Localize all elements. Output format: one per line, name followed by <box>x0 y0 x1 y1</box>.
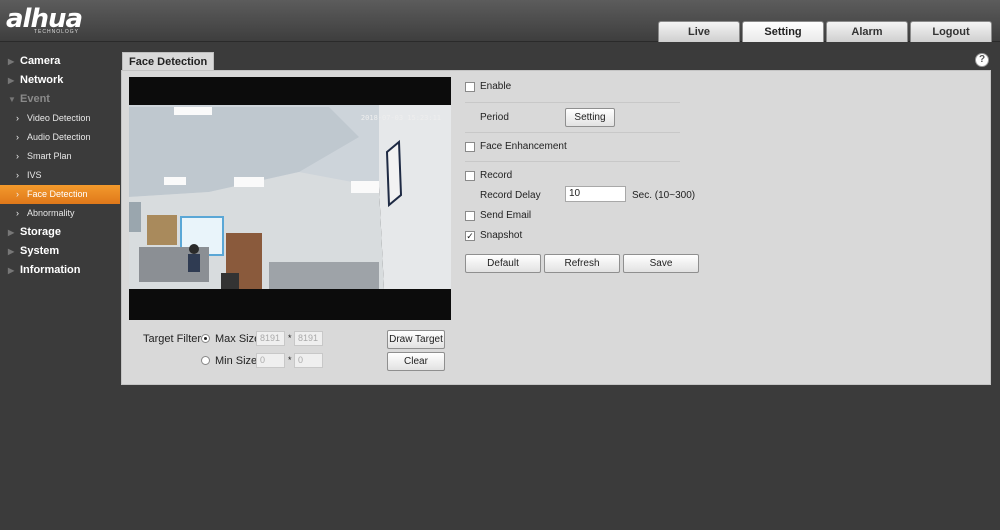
record-delay-unit: Sec. (10~300) <box>632 190 696 201</box>
face-detection-panel: 2018-07-03 15:23:11 Target Filter Max Si… <box>121 70 991 385</box>
target-filter-label: Target Filter <box>143 333 202 345</box>
default-button[interactable]: Default <box>465 254 541 273</box>
sidebar-item-information[interactable]: ▶ Information <box>0 261 120 280</box>
sidebar-item-label: Storage <box>20 226 61 238</box>
chevron-right-icon: › <box>16 113 19 123</box>
sidebar-item-label: Information <box>20 264 81 276</box>
sidebar-item-ivs[interactable]: › IVS <box>0 166 120 185</box>
tab-setting[interactable]: Setting <box>742 21 824 42</box>
refresh-button[interactable]: Refresh <box>544 254 620 273</box>
draw-target-button[interactable]: Draw Target <box>387 330 445 349</box>
max-size-label: Max Size <box>215 333 261 345</box>
top-nav: Live Setting Alarm Logout <box>658 21 992 42</box>
min-size-radio[interactable] <box>201 356 210 365</box>
face-enhancement-label: Face Enhancement <box>480 141 567 152</box>
chevron-right-icon: › <box>16 189 19 199</box>
sidebar-item-label: Smart Plan <box>27 151 72 161</box>
period-setting-button[interactable]: Setting <box>565 108 615 127</box>
min-width-field[interactable]: 0 <box>256 353 285 368</box>
sidebar-item-network[interactable]: ▶ Network <box>0 71 120 90</box>
divider <box>465 102 680 103</box>
sidebar-item-camera[interactable]: ▶ Camera <box>0 52 120 71</box>
record-delay-label: Record Delay <box>480 190 541 201</box>
record-checkbox[interactable] <box>465 171 475 181</box>
snapshot-label: Snapshot <box>480 230 523 241</box>
sidebar-item-label: Video Detection <box>27 113 91 123</box>
sidebar-item-event[interactable]: ▼ Event <box>0 90 120 109</box>
size-separator: * <box>288 355 292 365</box>
max-width-field[interactable]: 8191 <box>256 331 285 346</box>
sidebar-item-label: Camera <box>20 55 61 67</box>
sidebar-item-video-detection[interactable]: › Video Detection <box>0 109 120 128</box>
chevron-right-icon: › <box>16 151 19 161</box>
enable-label: Enable <box>480 81 512 92</box>
video-osd-timestamp: 2018-07-03 15:23:11 <box>360 114 441 122</box>
sidebar-item-label: Network <box>20 74 64 86</box>
triangle-down-icon: ▼ <box>8 95 16 104</box>
send-email-label: Send Email <box>480 210 532 221</box>
record-label: Record <box>480 170 513 181</box>
sidebar-item-storage[interactable]: ▶ Storage <box>0 223 120 242</box>
max-height-field[interactable]: 8191 <box>294 331 323 346</box>
record-delay-input[interactable]: 10 <box>565 186 626 202</box>
max-size-radio[interactable] <box>201 334 210 343</box>
face-enhancement-checkbox[interactable] <box>465 142 475 152</box>
sidebar-item-label: IVS <box>27 170 42 180</box>
chevron-right-icon: › <box>16 132 19 142</box>
top-header: alhua TECHNOLOGY Live Setting Alarm Logo… <box>0 0 1000 42</box>
sidebar-item-smart-plan[interactable]: › Smart Plan <box>0 147 120 166</box>
brand-tagline: TECHNOLOGY <box>34 29 80 35</box>
sidebar-item-label: Audio Detection <box>27 132 91 142</box>
help-icon[interactable]: ? <box>975 53 989 67</box>
chevron-right-icon: › <box>16 170 19 180</box>
sidebar-item-label: Face Detection <box>27 189 88 199</box>
triangle-right-icon: ▶ <box>8 247 15 256</box>
tab-live[interactable]: Live <box>658 21 740 42</box>
sidebar-item-label: Event <box>20 93 50 105</box>
tab-alarm[interactable]: Alarm <box>826 21 908 42</box>
tab-logout[interactable]: Logout <box>910 21 992 42</box>
live-video-preview[interactable]: 2018-07-03 15:23:11 <box>129 77 451 320</box>
enable-checkbox[interactable] <box>465 82 475 92</box>
period-label: Period <box>480 112 509 123</box>
chevron-right-icon: › <box>16 208 19 218</box>
sidebar-item-label: System <box>20 245 60 257</box>
sidebar-item-label: Abnormality <box>27 208 75 218</box>
sidebar: ▶ Camera ▶ Network ▼ Event › Video Detec… <box>0 52 120 280</box>
triangle-right-icon: ▶ <box>8 76 15 85</box>
sidebar-item-face-detection[interactable]: › Face Detection <box>0 185 120 204</box>
save-button[interactable]: Save <box>623 254 699 273</box>
snapshot-checkbox[interactable]: ✓ <box>465 231 475 241</box>
page-title: Face Detection <box>122 52 215 71</box>
divider <box>465 132 680 133</box>
send-email-checkbox[interactable] <box>465 211 475 221</box>
triangle-right-icon: ▶ <box>8 266 15 275</box>
sidebar-item-audio-detection[interactable]: › Audio Detection <box>0 128 120 147</box>
clear-button[interactable]: Clear <box>387 352 445 371</box>
min-size-label: Min Size <box>215 355 258 367</box>
triangle-right-icon: ▶ <box>8 57 15 66</box>
divider <box>465 161 680 162</box>
size-separator: * <box>288 333 292 343</box>
brand-logo: alhua TECHNOLOGY <box>6 6 83 35</box>
sidebar-item-abnormality[interactable]: › Abnormality <box>0 204 120 223</box>
min-height-field[interactable]: 0 <box>294 353 323 368</box>
triangle-right-icon: ▶ <box>8 228 15 237</box>
sidebar-item-system[interactable]: ▶ System <box>0 242 120 261</box>
